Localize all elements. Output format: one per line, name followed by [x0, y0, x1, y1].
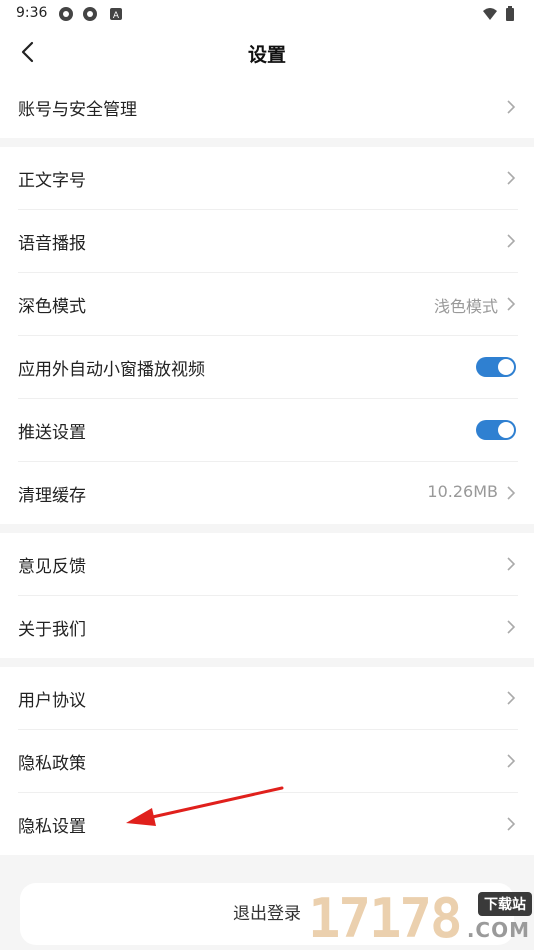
chevron-right-icon — [507, 754, 516, 768]
row-label: 推送设置 — [18, 423, 86, 443]
settings-row-account-security[interactable]: 账号与安全管理 — [18, 76, 518, 138]
row-label: 账号与安全管理 — [18, 100, 137, 120]
wifi-icon — [483, 8, 497, 20]
row-label: 语音播报 — [18, 234, 86, 254]
location-icon — [59, 7, 73, 21]
settings-row-dark-mode[interactable]: 深色模式 浅色模式 — [18, 273, 518, 336]
settings-row-voice-broadcast[interactable]: 语音播报 — [18, 210, 518, 273]
watermark-badge: 下载站 — [478, 892, 532, 916]
site-watermark: 17178 下载站 .COM — [308, 888, 534, 950]
notification-a-icon: A — [110, 8, 122, 21]
row-label: 清理缓存 — [18, 486, 86, 506]
status-bar: 9:36 A — [0, 0, 534, 28]
row-label: 关于我们 — [18, 620, 86, 640]
row-label: 正文字号 — [18, 171, 86, 191]
chevron-right-icon — [507, 297, 516, 311]
row-label: 意见反馈 — [18, 557, 86, 577]
row-label: 隐私设置 — [18, 817, 86, 837]
chevron-right-icon — [507, 557, 516, 571]
settings-group-feedback: 意见反馈 关于我们 — [0, 533, 534, 658]
row-label: 深色模式 — [18, 297, 86, 317]
settings-row-privacy-policy[interactable]: 隐私政策 — [18, 730, 518, 793]
chevron-right-icon — [507, 100, 516, 114]
settings-row-privacy-settings[interactable]: 隐私设置 — [18, 793, 518, 855]
settings-row-user-agreement[interactable]: 用户协议 — [18, 667, 518, 730]
page-title: 设置 — [247, 44, 286, 66]
watermark-domain: .COM — [466, 918, 530, 942]
chevron-right-icon — [507, 171, 516, 185]
svg-text:A: A — [113, 11, 120, 21]
settings-row-push: 推送设置 — [18, 399, 518, 462]
row-value: 10.26MB — [427, 482, 498, 501]
row-label: 用户协议 — [18, 691, 86, 711]
settings-group-legal: 用户协议 隐私政策 隐私设置 — [0, 667, 534, 855]
row-label: 隐私政策 — [18, 754, 86, 774]
row-value: 浅色模式 — [433, 297, 498, 316]
settings-row-about[interactable]: 关于我们 — [18, 596, 518, 658]
chevron-right-icon — [507, 691, 516, 705]
settings-row-auto-pip: 应用外自动小窗播放视频 — [18, 336, 518, 399]
nav-bar: 设置 — [0, 28, 534, 76]
settings-group-account: 账号与安全管理 — [0, 76, 534, 138]
toggle-knob — [498, 359, 514, 375]
auto-pip-toggle[interactable] — [476, 357, 516, 377]
settings-row-font-size[interactable]: 正文字号 — [18, 147, 518, 210]
location-icon — [83, 7, 97, 21]
toggle-knob — [498, 422, 514, 438]
chevron-right-icon — [507, 620, 516, 634]
chevron-right-icon — [507, 817, 516, 831]
status-time: 9:36 — [16, 5, 48, 21]
watermark-digits: 17178 — [308, 887, 463, 950]
settings-row-feedback[interactable]: 意见反馈 — [18, 533, 518, 596]
chevron-right-icon — [507, 486, 516, 500]
settings-group-general: 正文字号 语音播报 深色模式 浅色模式 应用外自动小窗播放视频 推送设置 清理缓… — [0, 147, 534, 524]
chevron-right-icon — [507, 234, 516, 248]
settings-row-clear-cache[interactable]: 清理缓存 10.26MB — [18, 462, 518, 524]
battery-icon — [506, 6, 514, 21]
push-toggle[interactable] — [476, 420, 516, 440]
row-label: 应用外自动小窗播放视频 — [18, 360, 205, 380]
